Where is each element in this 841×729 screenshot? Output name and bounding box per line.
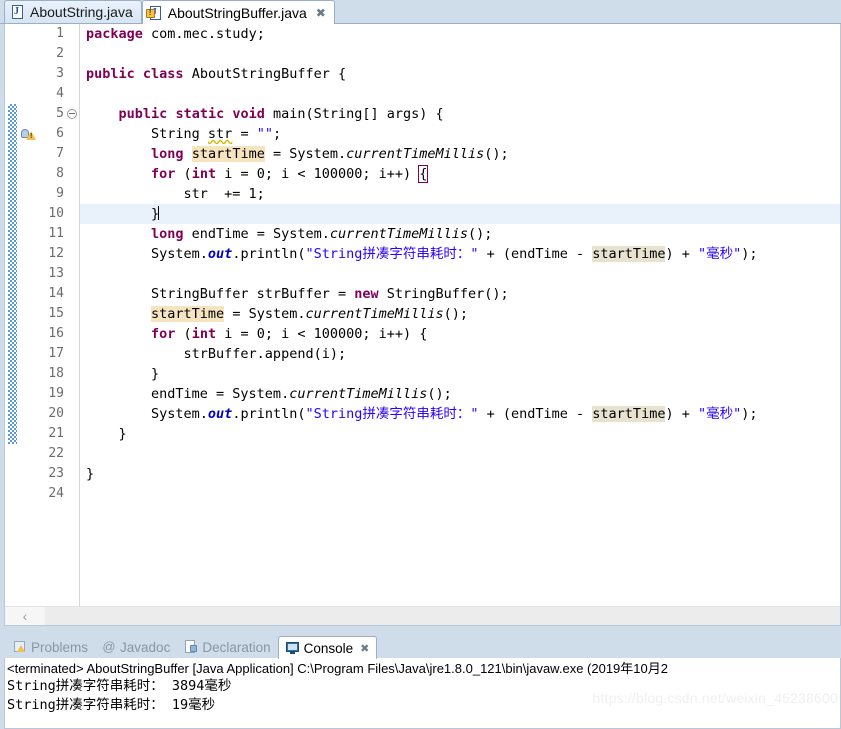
line-number: 7 — [56, 146, 64, 161]
line-number: 23 — [48, 466, 64, 481]
editor-tab-aboutstringbuffer[interactable]: J AboutStringBuffer.java ✖ — [141, 0, 335, 24]
code-line[interactable]: } — [80, 204, 840, 224]
code-line[interactable] — [80, 264, 840, 284]
code-line[interactable]: for (int i = 0; i < 100000; i++) { — [80, 324, 840, 344]
line-number: 11 — [48, 226, 64, 241]
tab-label: Problems — [31, 639, 89, 655]
code-line[interactable]: long endTime = System.currentTimeMillis(… — [80, 224, 840, 244]
tab-declaration[interactable]: Declaration — [177, 636, 277, 658]
code-line[interactable]: startTime = System.currentTimeMillis(); — [80, 304, 840, 324]
code-line[interactable]: String str = ""; — [80, 124, 840, 144]
console-icon — [285, 641, 300, 655]
line-number: 9 — [56, 186, 64, 201]
javadoc-icon: @ — [102, 639, 116, 654]
code-line[interactable]: long startTime = System.currentTimeMilli… — [80, 144, 840, 164]
scrollbar-track[interactable] — [45, 607, 840, 625]
code-line[interactable]: str += 1; — [80, 184, 840, 204]
line-number: 20 — [48, 406, 64, 421]
line-number: 22 — [48, 446, 64, 461]
line-number: 4 — [56, 86, 64, 101]
code-line[interactable]: strBuffer.append(i); — [80, 344, 840, 364]
fold-collapse-icon[interactable] — [67, 109, 77, 119]
code-line[interactable]: System.out.println("String拼凑字符串耗时：" + (e… — [80, 244, 840, 264]
tab-console[interactable]: Console ✖ — [277, 636, 378, 659]
code-line[interactable] — [80, 84, 840, 104]
line-number: 12 — [48, 246, 64, 261]
line-number-gutter: 1 2 3 4 5 6 7 8 9 10 11 12 13 14 15 16 17 18 19 20 21 22 23 24 — [36, 24, 66, 607]
eclipse-window: J AboutString.java J AboutStringBuffer.j… — [0, 0, 841, 729]
tab-problems[interactable]: Problems — [6, 636, 95, 658]
tab-label: Console — [303, 640, 354, 656]
code-line[interactable]: endTime = System.currentTimeMillis(); — [80, 384, 840, 404]
line-number: 8 — [56, 166, 64, 181]
code-content[interactable]: package com.mec.study; public class About… — [80, 24, 840, 607]
code-line[interactable] — [80, 44, 840, 64]
tab-javadoc[interactable]: @ Javadoc — [95, 636, 177, 658]
tab-label: Javadoc — [120, 639, 171, 655]
marker-column — [20, 24, 36, 607]
line-number: 1 — [56, 26, 64, 41]
change-bar — [8, 104, 17, 444]
line-number: 16 — [48, 326, 64, 341]
code-line[interactable]: package com.mec.study; — [80, 24, 840, 44]
line-number: 10 — [48, 206, 64, 221]
code-line[interactable] — [80, 484, 840, 504]
close-icon[interactable]: ✖ — [316, 7, 326, 19]
problems-icon — [13, 640, 27, 654]
editor-tab-label: AboutString.java — [30, 4, 133, 20]
editor-area: J AboutString.java J AboutStringBuffer.j… — [0, 0, 841, 632]
line-number: 24 — [48, 486, 64, 501]
code-line[interactable]: StringBuffer strBuffer = new StringBuffe… — [80, 284, 840, 304]
declaration-icon — [184, 640, 198, 654]
editor-frame: 123456789101112131415161718192021222324 … — [4, 24, 841, 626]
line-number: 6 — [56, 126, 64, 141]
line-number: 21 — [48, 426, 64, 441]
editor-tab-bar: J AboutString.java J AboutStringBuffer.j… — [0, 0, 841, 24]
editor-tab-label: AboutStringBuffer.java — [167, 4, 307, 21]
line-number: 14 — [48, 286, 64, 301]
console-header-line: <terminated> AboutStringBuffer [Java App… — [7, 661, 668, 676]
console-panel: Problems @ Javadoc Declaration Console ✖ — [0, 632, 841, 729]
editor-tab-aboutstring[interactable]: J AboutString.java — [4, 0, 142, 23]
code-line[interactable]: public static void main(String[] args) { — [80, 104, 840, 124]
line-number: 15 — [48, 306, 64, 321]
code-line[interactable]: } — [80, 424, 840, 444]
editor-body: 123456789101112131415161718192021222324 … — [5, 24, 840, 607]
editor-horizontal-scrollbar[interactable]: ‹ — [5, 606, 840, 625]
code-line[interactable]: } — [80, 464, 840, 484]
line-number: 3 — [56, 66, 64, 81]
console-output-line: String拼凑字符串耗时： 19毫秒 — [7, 697, 216, 713]
line-number: 5 — [56, 106, 64, 121]
java-file-warning-icon: J — [145, 5, 163, 20]
warning-marker-icon[interactable] — [21, 127, 36, 141]
code-line[interactable]: for (int i = 0; i < 100000; i++) { — [80, 164, 840, 184]
tab-label: Declaration — [202, 639, 271, 655]
line-number: 2 — [56, 46, 64, 61]
line-number: 13 — [48, 266, 64, 281]
line-number: 18 — [48, 366, 64, 381]
code-line[interactable]: } — [80, 364, 840, 384]
console-output[interactable]: <terminated> AboutStringBuffer [Java App… — [4, 658, 841, 729]
code-line[interactable] — [80, 444, 840, 464]
scroll-left-icon[interactable]: ‹ — [5, 607, 45, 625]
code-line[interactable]: System.out.println("String拼凑字符串耗时：" + (e… — [80, 404, 840, 424]
line-number: 17 — [48, 346, 64, 361]
change-ruler — [5, 24, 20, 607]
java-file-icon: J — [12, 5, 25, 19]
close-icon[interactable]: ✖ — [360, 642, 369, 655]
line-number: 19 — [48, 386, 64, 401]
code-line[interactable]: public class AboutStringBuffer { — [80, 64, 840, 84]
console-tab-bar: Problems @ Javadoc Declaration Console ✖ — [4, 634, 841, 659]
console-output-line: String拼凑字符串耗时： 3894毫秒 — [7, 678, 232, 694]
folding-column — [66, 24, 80, 607]
